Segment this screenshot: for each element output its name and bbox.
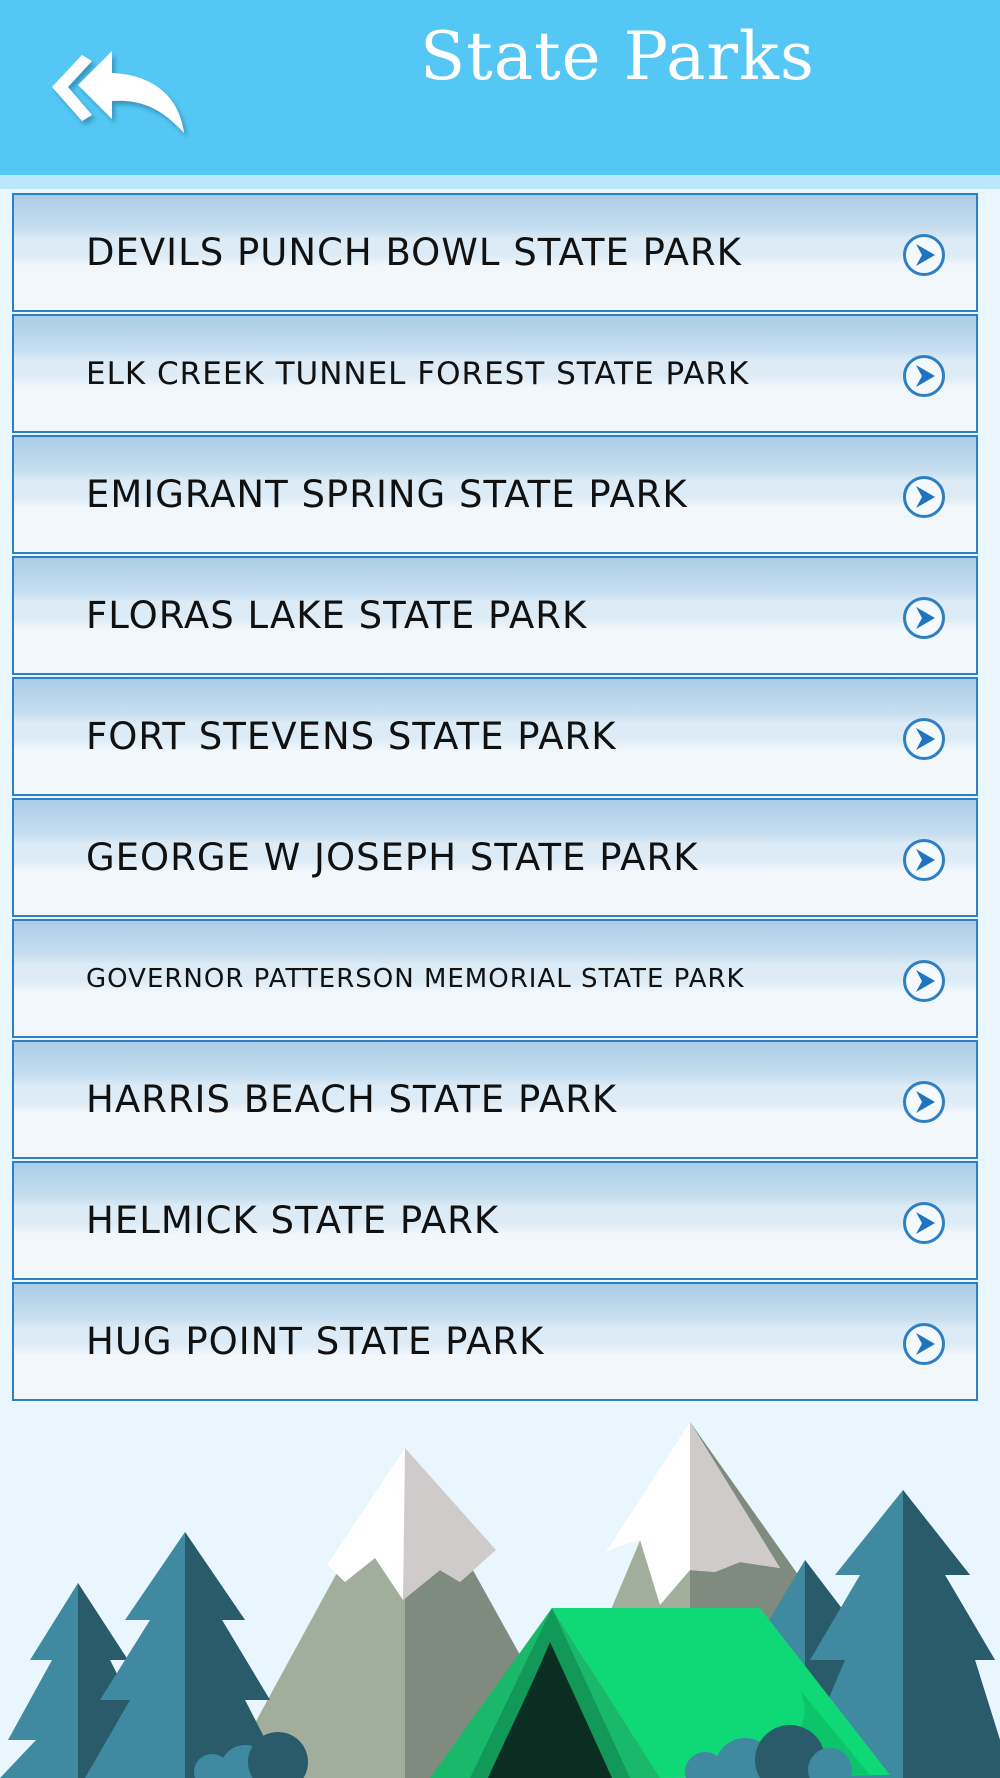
chevron-right-circle-icon[interactable] (902, 717, 946, 761)
park-name-label: FLORAS LAKE STATE PARK (86, 594, 588, 637)
park-name-label: ELK CREEK TUNNEL FOREST STATE PARK (86, 355, 750, 392)
park-list-item[interactable]: HUG POINT STATE PARK (12, 1282, 978, 1401)
chevron-right-circle-icon[interactable] (902, 1322, 946, 1366)
park-name-label: HUG POINT STATE PARK (86, 1320, 545, 1363)
camping-scenery-illustration (0, 1422, 1000, 1778)
park-name-label: DEVILS PUNCH BOWL STATE PARK (86, 231, 742, 274)
double-back-arrow-icon (52, 51, 184, 133)
page-title: State Parks (420, 18, 815, 95)
park-name-label: EMIGRANT SPRING STATE PARK (86, 473, 688, 516)
header-divider (0, 175, 1000, 189)
park-list-item[interactable]: HELMICK STATE PARK (12, 1161, 978, 1280)
chevron-right-circle-icon[interactable] (902, 1080, 946, 1124)
park-name-label: HELMICK STATE PARK (86, 1199, 500, 1242)
park-list-item[interactable]: GOVERNOR PATTERSON MEMORIAL STATE PARK (12, 919, 978, 1038)
park-name-label: FORT STEVENS STATE PARK (86, 715, 617, 758)
chevron-right-circle-icon[interactable] (902, 596, 946, 640)
park-list-item[interactable]: DEVILS PUNCH BOWL STATE PARK (12, 193, 978, 312)
park-list-item[interactable]: FLORAS LAKE STATE PARK (12, 556, 978, 675)
park-list-item[interactable]: EMIGRANT SPRING STATE PARK (12, 435, 978, 554)
park-list: DEVILS PUNCH BOWL STATE PARK ELK CREEK TU… (12, 193, 978, 1403)
chevron-right-circle-icon[interactable] (902, 1201, 946, 1245)
park-list-item[interactable]: ELK CREEK TUNNEL FOREST STATE PARK (12, 314, 978, 433)
chevron-right-circle-icon[interactable] (902, 475, 946, 519)
chevron-right-circle-icon[interactable] (902, 354, 946, 398)
park-name-label: GOVERNOR PATTERSON MEMORIAL STATE PARK (86, 963, 745, 994)
back-button[interactable] (50, 45, 195, 140)
chevron-right-circle-icon[interactable] (902, 838, 946, 882)
park-list-item[interactable]: FORT STEVENS STATE PARK (12, 677, 978, 796)
chevron-right-circle-icon[interactable] (902, 959, 946, 1003)
park-list-item[interactable]: HARRIS BEACH STATE PARK (12, 1040, 978, 1159)
park-name-label: HARRIS BEACH STATE PARK (86, 1078, 618, 1121)
chevron-right-circle-icon[interactable] (902, 233, 946, 277)
park-list-item[interactable]: GEORGE W JOSEPH STATE PARK (12, 798, 978, 917)
park-name-label: GEORGE W JOSEPH STATE PARK (86, 836, 699, 879)
